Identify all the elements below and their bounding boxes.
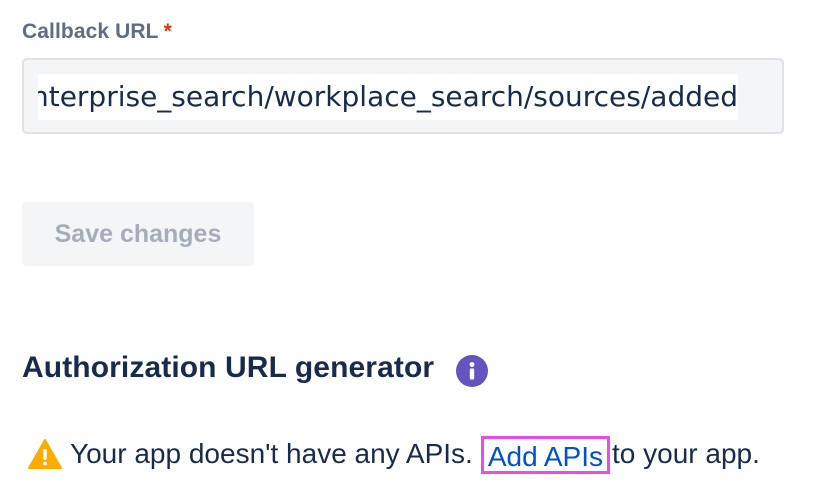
callback-url-label-text: Callback URL [22, 20, 159, 43]
warning-text-after: to your app. [612, 438, 760, 469]
callback-url-label: Callback URL * [22, 20, 172, 44]
add-apis-link[interactable]: Add APIs [480, 436, 611, 474]
warning-icon [28, 438, 62, 470]
section-title: Authorization URL generator [22, 351, 435, 384]
required-marker: * [163, 20, 172, 43]
no-apis-warning: Your app doesn't have any APIs. Add APIs… [28, 432, 760, 476]
authorization-url-generator-section: Authorization URL generator [22, 346, 489, 390]
warning-text-before: Your app doesn't have any APIs. [70, 438, 473, 469]
save-changes-button[interactable]: Save changes [22, 202, 254, 266]
callback-url-value: http://localhost:5601/app/enterprise_sea… [38, 80, 738, 113]
info-icon[interactable] [456, 355, 489, 387]
callback-url-input[interactable]: http://localhost:5601/app/enterprise_sea… [38, 74, 738, 120]
callback-url-field[interactable]: http://localhost:5601/app/enterprise_sea… [22, 58, 784, 134]
